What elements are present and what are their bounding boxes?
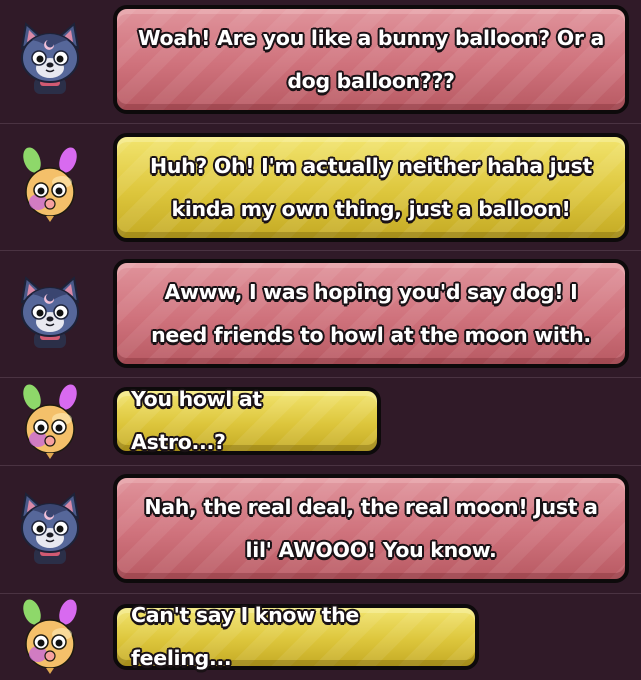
row-divider [0,123,641,124]
wolf-avatar [12,272,88,352]
row-divider [0,465,641,466]
balloon-avatar [12,383,88,463]
chat-log: Woah! Are you like a bunny balloon? Or a… [0,0,641,678]
wolf-character-icon [12,18,88,98]
message-bubble-5: Nah, the real deal, the real moon! Just … [113,474,629,583]
wolf-avatar [12,488,88,568]
message-text-1: Woah! Are you like a bunny balloon? Or a… [137,25,605,93]
message-text-6: Can't say I know the feeling... [131,603,360,670]
message-text-4: You howl at Astro...? [131,387,262,454]
balloon-character-icon [12,598,88,678]
balloon-character-icon [12,146,88,226]
wolf-character-icon [12,488,88,568]
message-bubble-1: Woah! Are you like a bunny balloon? Or a… [113,5,629,114]
row-divider [0,250,641,251]
message-text-2: Huh? Oh! I'm actually neither haha just … [149,153,593,221]
message-text-5: Nah, the real deal, the real moon! Just … [144,494,598,562]
message-bubble-6: Can't say I know the feeling... [113,603,479,670]
balloon-avatar [12,598,88,678]
balloon-character-icon [12,383,88,463]
balloon-avatar [12,146,88,226]
wolf-character-icon [12,272,88,352]
message-text-3: Awww, I was hoping you'd say dog! I need… [151,279,591,347]
message-bubble-3: Awww, I was hoping you'd say dog! I need… [113,259,629,368]
message-bubble-2: Huh? Oh! I'm actually neither haha just … [113,133,629,242]
wolf-avatar [12,18,88,98]
message-bubble-4: You howl at Astro...? [113,387,381,455]
